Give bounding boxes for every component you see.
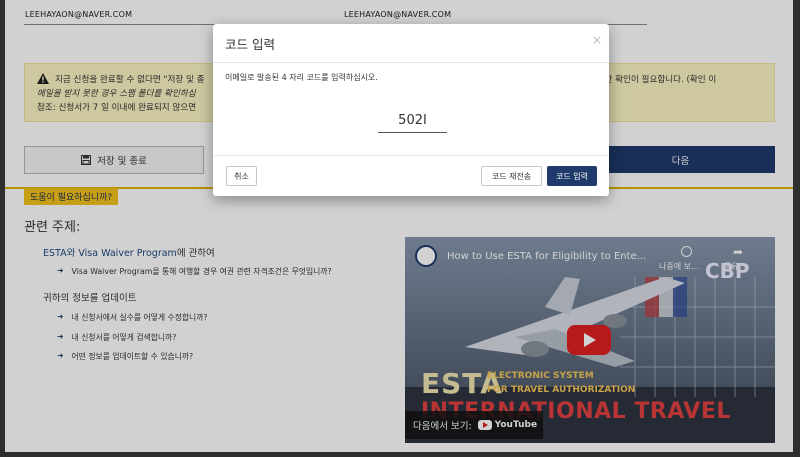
resend-code-button[interactable]: 코드 재전송 [481,166,542,186]
modal-title: 코드 입력 [225,37,275,52]
modal-header-divider [213,62,609,63]
code-input[interactable] [378,108,447,133]
submit-code-button[interactable]: 코드 입력 [547,166,597,186]
cancel-button[interactable]: 취소 [226,166,257,186]
close-icon[interactable]: × [592,33,602,47]
modal-footer-divider [213,155,609,156]
submit-code-label: 코드 입력 [556,171,588,181]
enter-code-modal: 코드 입력 × 이메일로 발송된 4 자리 코드를 입력하십시오. 취소 코드 … [213,24,609,196]
modal-instruction: 이메일로 발송된 4 자리 코드를 입력하십시오. [225,73,378,82]
cancel-label: 취소 [234,171,249,181]
resend-code-label: 코드 재전송 [491,171,532,181]
